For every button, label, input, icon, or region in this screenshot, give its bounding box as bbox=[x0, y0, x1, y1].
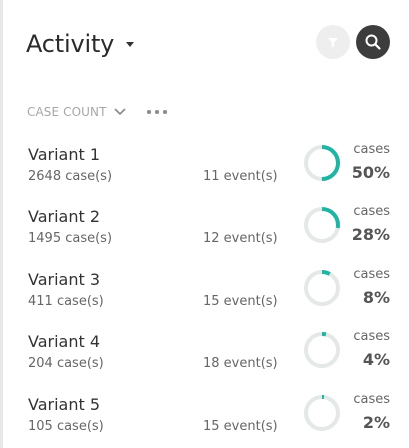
variant-case-count: 204 case(s) bbox=[28, 356, 104, 371]
share-percent: 28% bbox=[351, 225, 390, 244]
variant-event-count: 18 event(s) bbox=[203, 356, 278, 371]
donut-track bbox=[304, 395, 340, 431]
share-percent: 2% bbox=[362, 413, 390, 432]
variant-case-count: 105 case(s) bbox=[28, 419, 104, 434]
cases-label: cases bbox=[353, 329, 390, 344]
cases-label: cases bbox=[353, 267, 390, 282]
caret-down-icon bbox=[126, 41, 135, 47]
cases-label: cases bbox=[353, 392, 390, 407]
variant-name: Variant 4 bbox=[28, 332, 101, 351]
cases-label: cases bbox=[353, 204, 390, 219]
share-donut-icon bbox=[304, 395, 340, 431]
share-donut-icon bbox=[304, 332, 340, 368]
variant-item[interactable]: Variant 2 1495 case(s) 12 event(s) cases… bbox=[0, 202, 409, 258]
sort-dropdown-button[interactable] bbox=[113, 107, 127, 117]
variant-item[interactable]: Variant 3 411 case(s) 15 event(s) cases … bbox=[0, 265, 409, 321]
variant-name: Variant 2 bbox=[28, 207, 101, 226]
chevron-down-icon bbox=[113, 108, 126, 116]
variant-item[interactable]: Variant 5 105 case(s) 15 event(s) cases … bbox=[0, 390, 409, 446]
variant-item[interactable]: Variant 1 2648 case(s) 11 event(s) cases… bbox=[0, 140, 409, 196]
variant-event-count: 11 event(s) bbox=[203, 169, 278, 184]
sort-controls: CASE COUNT bbox=[27, 103, 167, 121]
variant-event-count: 12 event(s) bbox=[203, 231, 278, 246]
variant-item[interactable]: Variant 4 204 case(s) 18 event(s) cases … bbox=[0, 327, 409, 383]
share-percent: 8% bbox=[362, 288, 390, 307]
variant-name: Variant 3 bbox=[28, 270, 101, 289]
search-icon bbox=[365, 34, 381, 50]
sort-label: CASE COUNT bbox=[27, 105, 107, 119]
more-dot-icon bbox=[146, 110, 151, 114]
share-donut-icon bbox=[304, 270, 340, 306]
share-percent: 50% bbox=[351, 163, 390, 182]
donut-track bbox=[304, 270, 340, 306]
activity-dropdown[interactable]: Activity bbox=[26, 28, 135, 60]
more-options-button[interactable] bbox=[146, 110, 167, 114]
more-dot-icon bbox=[162, 110, 167, 114]
page-title: Activity bbox=[26, 30, 115, 58]
more-dot-icon bbox=[154, 110, 159, 114]
variant-case-count: 411 case(s) bbox=[28, 294, 104, 309]
share-donut-icon bbox=[304, 207, 340, 243]
variant-case-count: 2648 case(s) bbox=[28, 169, 113, 184]
filter-button[interactable] bbox=[316, 25, 350, 59]
variant-name: Variant 5 bbox=[28, 395, 101, 414]
variant-case-count: 1495 case(s) bbox=[28, 231, 113, 246]
share-percent: 4% bbox=[362, 350, 390, 369]
filter-icon bbox=[328, 38, 338, 48]
variant-event-count: 15 event(s) bbox=[203, 294, 278, 309]
variant-event-count: 15 event(s) bbox=[203, 419, 278, 434]
search-button[interactable] bbox=[356, 25, 390, 59]
donut-track bbox=[304, 332, 340, 368]
cases-label: cases bbox=[353, 142, 390, 157]
variant-name: Variant 1 bbox=[28, 145, 101, 164]
share-donut-icon bbox=[304, 145, 340, 181]
